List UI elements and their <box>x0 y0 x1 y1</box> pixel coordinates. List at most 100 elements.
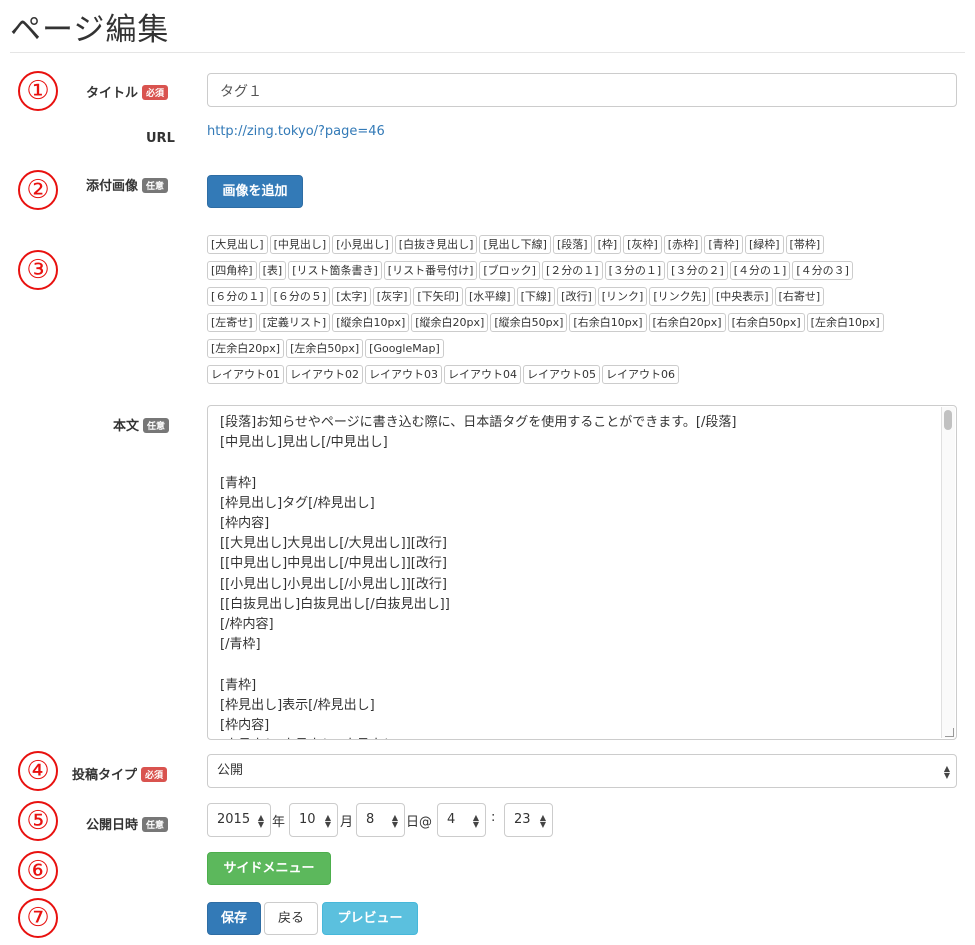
month-select[interactable]: 10 ▲ ▼ <box>289 803 338 837</box>
select-arrows-icon: ▲ ▼ <box>539 813 546 829</box>
tag-button[interactable]: レイアウト01 <box>207 365 284 384</box>
tag-button[interactable]: [２分の１] <box>541 261 603 280</box>
tag-button[interactable]: [左余白20px] <box>207 339 285 358</box>
tag-button[interactable]: [右寄せ] <box>774 287 825 306</box>
tag-button[interactable]: [大見出し] <box>207 235 268 254</box>
tag-button[interactable]: [太字] <box>332 287 371 306</box>
back-button[interactable]: 戻る <box>264 902 318 935</box>
post-type-label: 投稿タイプ <box>72 768 138 783</box>
tag-button[interactable]: [定義リスト] <box>258 313 331 332</box>
tag-button[interactable]: [ブロック] <box>479 261 540 280</box>
tag-row: レイアウト01 レイアウト02 レイアウト03 レイアウト04 レイアウト05 レイアウト… <box>207 363 952 389</box>
tag-button[interactable]: [表] <box>258 261 287 280</box>
title-label: タイトル <box>86 86 139 101</box>
tag-button[interactable]: [６分の５] <box>269 287 331 306</box>
tag-button[interactable]: [４分の１] <box>729 261 791 280</box>
year-select[interactable]: 2015 ▲ ▼ <box>207 803 271 837</box>
marker-7: ⑦ <box>18 898 58 938</box>
tag-button[interactable]: [右余白10px] <box>569 313 647 332</box>
body-text[interactable]: [段落]お知らせやページに書き込む際に、日本語タグを使用することができます。[/… <box>220 413 936 739</box>
body-label-group: 本文 任意 <box>113 415 170 434</box>
hour-select[interactable]: 4 ▲ ▼ <box>437 803 486 837</box>
time-separator: : <box>491 810 496 825</box>
day-suffix: 日@ <box>406 815 433 830</box>
tag-button[interactable]: [枠] <box>593 235 622 254</box>
tag-button[interactable]: [青枠] <box>704 235 743 254</box>
tag-button[interactable]: [縦余白50px] <box>490 313 568 332</box>
tag-button[interactable]: [リスト箇条書き] <box>288 261 382 280</box>
tag-button[interactable]: [見出し下線] <box>479 235 551 254</box>
add-image-button[interactable]: 画像を追加 <box>207 175 303 208</box>
marker-3: ③ <box>18 250 58 290</box>
tag-button[interactable]: [縦余白10px] <box>332 313 410 332</box>
tag-button[interactable]: [４分の３] <box>792 261 853 280</box>
tag-button[interactable]: [白抜き見出し] <box>394 235 478 254</box>
body-textarea[interactable]: [段落]お知らせやページに書き込む際に、日本語タグを使用することができます。[/… <box>207 405 957 740</box>
tag-button[interactable]: [改行] <box>557 287 596 306</box>
select-arrows-icon: ▲ ▼ <box>257 813 264 829</box>
year-suffix: 年 <box>272 815 286 830</box>
tag-button[interactable]: [リンク] <box>597 287 648 306</box>
tag-button[interactable]: [左余白50px] <box>286 339 364 358</box>
tag-button[interactable]: [中見出し] <box>269 235 331 254</box>
scrollbar-thumb[interactable] <box>944 410 952 430</box>
tag-button[interactable]: [四角枠] <box>207 261 257 280</box>
tag-button[interactable]: レイアウト06 <box>602 365 679 384</box>
save-button[interactable]: 保存 <box>207 902 261 935</box>
tag-button[interactable]: [リンク先] <box>649 287 710 306</box>
optional-badge: 任意 <box>142 817 169 832</box>
required-badge: 必須 <box>142 85 169 100</box>
tag-button[interactable]: レイアウト03 <box>365 365 442 384</box>
page-title: ページ編集 <box>10 12 170 48</box>
tag-button[interactable]: [灰枠] <box>623 235 662 254</box>
select-arrows-icon: ▲ ▼ <box>943 764 950 780</box>
tag-button[interactable]: [小見出し] <box>332 235 393 254</box>
tag-button[interactable]: [６分の１] <box>207 287 268 306</box>
page-url-link[interactable]: http://zing.tokyo/?page=46 <box>207 124 385 139</box>
tag-button[interactable]: [右余白20px] <box>648 313 726 332</box>
tag-row: [大見出し] [中見出し] [小見出し] [白抜き見出し] [見出し下線] [段落] [枠]… <box>207 233 952 259</box>
tag-button[interactable]: [リスト番号付け] <box>383 261 478 280</box>
tag-button[interactable]: [中央表示] <box>711 287 773 306</box>
tag-button[interactable]: [灰字] <box>372 287 412 306</box>
url-label: URL <box>146 131 175 146</box>
select-arrows-icon: ▲ ▼ <box>472 813 479 829</box>
minute-value: 23 <box>514 812 531 827</box>
tag-button[interactable]: [緑枠] <box>744 235 784 254</box>
side-menu-button[interactable]: サイドメニュー <box>207 852 331 885</box>
tag-button[interactable]: [水平線] <box>464 287 515 306</box>
month-suffix: 月 <box>340 815 354 830</box>
tag-button[interactable]: [下線] <box>516 287 556 306</box>
optional-badge: 任意 <box>142 178 169 193</box>
tag-button[interactable]: [左余白10px] <box>806 313 884 332</box>
post-type-select[interactable]: 公開 ▲ ▼ <box>207 754 957 788</box>
tag-button[interactable]: [下矢印] <box>413 287 463 306</box>
tag-button[interactable]: レイアウト05 <box>523 365 600 384</box>
tag-row: [６分の１] [６分の５] [太字] [灰字] [下矢印] [水平線] [下線] [改行] [リ… <box>207 285 952 311</box>
tag-button[interactable]: [右余白50px] <box>727 313 805 332</box>
tag-button[interactable]: レイアウト04 <box>444 365 521 384</box>
body-scrollbar[interactable] <box>941 407 955 738</box>
tag-button[interactable]: [３分の２] <box>667 261 728 280</box>
day-value: 8 <box>366 812 375 827</box>
tag-button[interactable]: [縦余白20px] <box>411 313 489 332</box>
tag-button[interactable]: [帯枠] <box>785 235 825 254</box>
tag-button[interactable]: [GoogleMap] <box>365 339 444 358</box>
preview-button[interactable]: プレビュー <box>322 902 418 935</box>
tag-button[interactable]: [赤枠] <box>663 235 703 254</box>
tag-button[interactable]: [左寄せ] <box>207 313 257 332</box>
resize-handle-icon[interactable] <box>945 728 954 737</box>
minute-select[interactable]: 23 ▲ ▼ <box>504 803 553 837</box>
marker-5: ⑤ <box>18 801 58 841</box>
publish-date-label-group: 公開日時 任意 <box>86 814 169 833</box>
tag-button[interactable]: レイアウト02 <box>286 365 363 384</box>
tag-row: [左寄せ] [定義リスト] [縦余白10px] [縦余白20px] [縦余白50px][… <box>207 311 952 337</box>
required-badge: 必須 <box>141 767 168 782</box>
select-arrows-icon: ▲ ▼ <box>391 813 398 829</box>
day-select[interactable]: 8 ▲ ▼ <box>356 803 405 837</box>
title-input[interactable]: タグ１ <box>207 73 957 107</box>
tag-button[interactable]: [段落] <box>552 235 592 254</box>
tag-button-panel: [大見出し] [中見出し] [小見出し] [白抜き見出し] [見出し下線] [段落] [枠]… <box>207 233 952 389</box>
optional-badge: 任意 <box>143 418 170 433</box>
tag-button[interactable]: [３分の１] <box>604 261 666 280</box>
